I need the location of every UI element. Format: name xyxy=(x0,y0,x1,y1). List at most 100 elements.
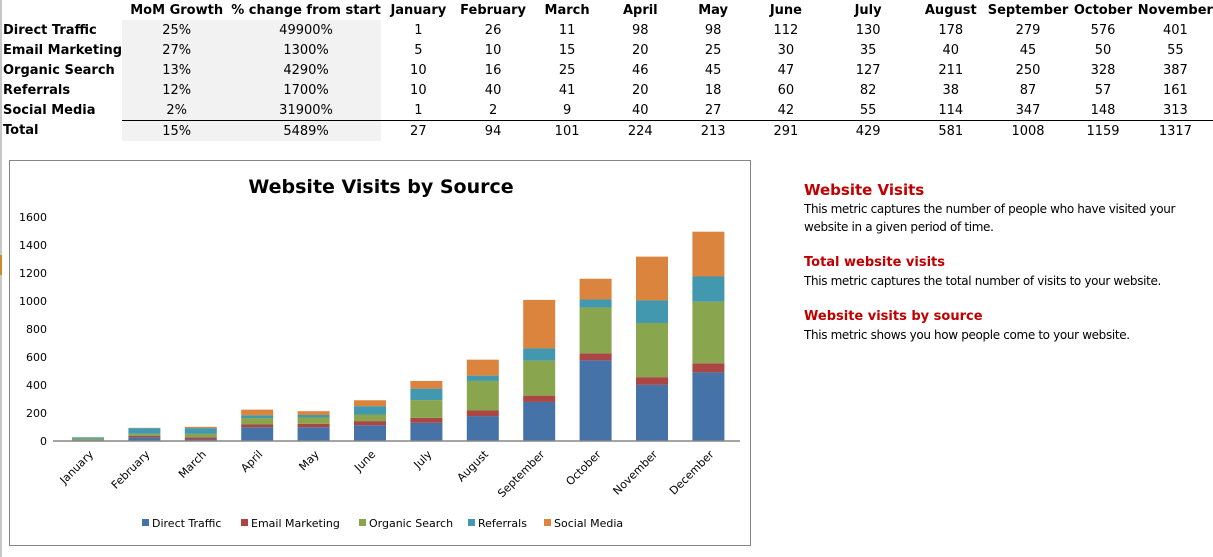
mom-growth-cell[interactable]: 2% xyxy=(122,100,232,121)
month-value-cell[interactable]: 42 xyxy=(750,100,823,121)
month-value-cell[interactable]: 46 xyxy=(604,60,677,80)
bar-segment-organic-search[interactable] xyxy=(636,322,668,378)
bar-segment-direct-traffic[interactable] xyxy=(692,372,725,441)
mom-growth-cell[interactable]: 12% xyxy=(122,80,232,100)
month-value-cell[interactable]: 50 xyxy=(1068,40,1137,60)
month-value-cell[interactable]: 1 xyxy=(381,20,456,40)
month-value-cell[interactable]: 41 xyxy=(530,80,603,100)
month-value-cell[interactable]: 5 xyxy=(381,40,456,60)
month-value-cell[interactable]: 130 xyxy=(822,20,914,40)
bar-segment-social-media[interactable] xyxy=(466,359,499,376)
month-value-cell[interactable]: 313 xyxy=(1138,100,1213,121)
bar-segment-social-media[interactable] xyxy=(523,299,556,349)
month-value-cell[interactable]: 250 xyxy=(988,60,1069,80)
month-value-cell[interactable]: 82 xyxy=(822,80,914,100)
change-from-start-cell[interactable]: 31900% xyxy=(231,100,381,121)
month-value-cell[interactable]: 211 xyxy=(914,60,988,80)
month-value-cell[interactable]: 45 xyxy=(677,60,750,80)
bar-segment-social-media[interactable] xyxy=(636,256,668,301)
change-from-start-cell[interactable]: 4290% xyxy=(231,60,381,80)
month-value-cell[interactable]: 1159 xyxy=(1068,120,1138,141)
bar-segment-referrals[interactable] xyxy=(128,428,161,434)
mom-growth-cell[interactable]: 13% xyxy=(122,60,232,80)
month-value-cell[interactable]: 18 xyxy=(677,80,750,100)
month-value-cell[interactable]: 26 xyxy=(456,20,531,40)
month-value-cell[interactable]: 38 xyxy=(914,80,988,100)
bar-segment-organic-search[interactable] xyxy=(466,380,499,411)
bar-segment-email-marketing[interactable] xyxy=(636,377,668,385)
bar-segment-referrals[interactable] xyxy=(579,299,612,308)
mom-growth-cell[interactable]: 15% xyxy=(122,120,232,141)
month-value-cell[interactable]: 291 xyxy=(749,120,823,141)
month-value-cell[interactable]: 45 xyxy=(988,40,1069,60)
month-value-cell[interactable]: 9 xyxy=(530,100,603,121)
month-value-cell[interactable]: 178 xyxy=(914,20,988,40)
bar-segment-organic-search[interactable] xyxy=(72,438,104,441)
legend-item[interactable]: Direct Traffic xyxy=(142,517,221,530)
month-value-cell[interactable]: 15 xyxy=(530,40,603,60)
row-label[interactable]: Total xyxy=(2,121,122,142)
row-label[interactable]: Email Marketing xyxy=(2,40,122,60)
row-label[interactable]: Referrals xyxy=(2,80,122,100)
month-value-cell[interactable]: 35 xyxy=(822,40,914,60)
bar-segment-organic-search[interactable] xyxy=(692,301,725,364)
bar-segment-direct-traffic[interactable] xyxy=(241,427,274,441)
month-value-cell[interactable]: 11 xyxy=(530,20,603,40)
bar-segment-organic-search[interactable] xyxy=(523,360,556,396)
month-value-cell[interactable]: 347 xyxy=(988,100,1069,121)
month-value-cell[interactable]: 101 xyxy=(530,120,604,141)
month-value-cell[interactable]: 30 xyxy=(750,40,823,60)
bar-segment-organic-search[interactable] xyxy=(410,400,443,418)
bar-segment-referrals[interactable] xyxy=(184,428,217,434)
legend-item[interactable]: Email Marketing xyxy=(241,517,340,530)
month-value-cell[interactable]: 387 xyxy=(1138,60,1213,80)
bar-segment-email-marketing[interactable] xyxy=(354,421,386,426)
month-value-cell[interactable]: 27 xyxy=(677,100,750,121)
month-value-cell[interactable]: 57 xyxy=(1068,80,1137,100)
bar-segment-referrals[interactable] xyxy=(410,388,443,401)
bar-segment-organic-search[interactable] xyxy=(579,307,612,354)
bar-segment-email-marketing[interactable] xyxy=(410,417,443,423)
month-value-cell[interactable]: 1 xyxy=(381,100,456,121)
month-value-cell[interactable]: 55 xyxy=(822,100,914,121)
month-value-cell[interactable]: 213 xyxy=(676,120,750,141)
bar-segment-email-marketing[interactable] xyxy=(466,410,499,417)
month-value-cell[interactable]: 224 xyxy=(603,120,677,141)
month-value-cell[interactable]: 94 xyxy=(455,120,531,141)
bar-segment-social-media[interactable] xyxy=(241,409,274,416)
row-label[interactable]: Social Media xyxy=(2,100,122,121)
bar-segment-direct-traffic[interactable] xyxy=(579,360,612,441)
row-label[interactable]: Direct Traffic xyxy=(2,20,122,40)
month-value-cell[interactable]: 40 xyxy=(456,80,531,100)
bar-segment-organic-search[interactable] xyxy=(354,414,386,422)
month-value-cell[interactable]: 279 xyxy=(988,20,1069,40)
month-value-cell[interactable]: 1008 xyxy=(987,120,1069,141)
month-value-cell[interactable]: 98 xyxy=(677,20,750,40)
bar-segment-email-marketing[interactable] xyxy=(184,437,217,440)
bar-segment-direct-traffic[interactable] xyxy=(354,425,386,441)
bar-segment-social-media[interactable] xyxy=(579,278,612,300)
month-value-cell[interactable]: 55 xyxy=(1138,40,1213,60)
chart-frame[interactable]: Website Visits by Source 0 200 400 600 800 10… xyxy=(9,160,751,546)
bar-segment-email-marketing[interactable] xyxy=(692,363,725,373)
month-value-cell[interactable]: 27 xyxy=(380,120,456,141)
month-value-cell[interactable]: 20 xyxy=(604,40,677,60)
bar-segment-email-marketing[interactable] xyxy=(241,424,274,428)
month-value-cell[interactable]: 60 xyxy=(750,80,823,100)
change-from-start-cell[interactable]: 49900% xyxy=(231,20,381,40)
month-value-cell[interactable]: 161 xyxy=(1138,80,1213,100)
bar-segment-referrals[interactable] xyxy=(636,300,668,323)
month-value-cell[interactable]: 429 xyxy=(822,120,914,141)
bar-segment-email-marketing[interactable] xyxy=(523,395,556,402)
month-value-cell[interactable]: 328 xyxy=(1068,60,1137,80)
bar-segment-social-media[interactable] xyxy=(184,426,217,429)
bar-segment-social-media[interactable] xyxy=(410,380,443,389)
bar-segment-organic-search[interactable] xyxy=(297,417,330,424)
change-from-start-cell[interactable]: 1700% xyxy=(231,80,381,100)
bar-segment-direct-traffic[interactable] xyxy=(523,401,556,441)
bar-segment-direct-traffic[interactable] xyxy=(636,384,668,441)
bar-segment-organic-search[interactable] xyxy=(128,433,161,436)
bar-segment-direct-traffic[interactable] xyxy=(466,416,499,441)
month-value-cell[interactable]: 40 xyxy=(914,40,988,60)
month-value-cell[interactable]: 148 xyxy=(1068,100,1137,121)
